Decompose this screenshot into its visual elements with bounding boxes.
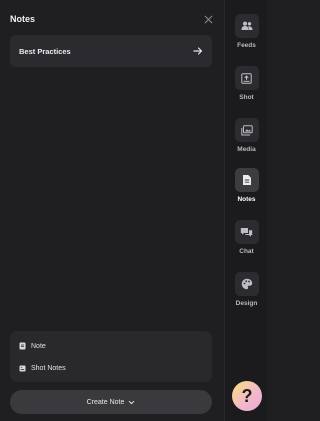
arrow-right-icon xyxy=(193,46,203,56)
menu-item-label: Shot Notes xyxy=(31,364,66,372)
sidebar-item-notes[interactable]: Notes xyxy=(225,168,268,212)
sidebar-label: Shot xyxy=(239,94,254,101)
chat-icon xyxy=(234,220,259,244)
sidebar-item-design[interactable]: Design xyxy=(225,272,268,316)
sidebar-label: Media xyxy=(237,146,256,153)
create-note-button[interactable]: Create Note xyxy=(10,390,212,414)
menu-item-note[interactable]: Note xyxy=(10,335,212,357)
note-icon xyxy=(19,342,26,350)
menu-item-label: Note xyxy=(31,342,46,350)
help-question-icon: ? xyxy=(241,385,253,406)
notes-panel: Notes Best Practices Note Shot Notes Cre… xyxy=(0,0,224,421)
media-icon xyxy=(234,118,259,142)
shot-icon xyxy=(234,66,259,90)
sidebar-item-feeds[interactable]: Feeds xyxy=(225,14,268,58)
note-title: Best Practices xyxy=(19,46,71,56)
close-icon xyxy=(204,15,212,23)
sidebar-label: Design xyxy=(235,300,258,307)
menu-item-shot-notes[interactable]: Shot Notes xyxy=(10,357,212,379)
chevron-down-icon xyxy=(129,400,135,404)
app: Notes Best Practices Note Shot Notes Cre… xyxy=(0,0,267,421)
sidebar-item-shot[interactable]: Shot xyxy=(225,66,268,110)
palette-icon xyxy=(234,272,259,296)
close-button[interactable] xyxy=(202,13,214,25)
panel-title: Notes xyxy=(10,14,36,24)
sidebar-item-chat[interactable]: Chat xyxy=(225,220,268,264)
help-button[interactable]: ? xyxy=(232,381,262,411)
sidebar-label: Notes xyxy=(237,196,256,203)
users-icon xyxy=(234,14,259,38)
notes-icon xyxy=(234,168,259,192)
create-note-label: Create Note xyxy=(86,398,125,406)
right-sidebar: Feeds Shot Media Notes Chat Design xyxy=(224,0,267,421)
panel-header: Notes xyxy=(10,14,214,28)
sidebar-label: Feeds xyxy=(237,42,256,49)
create-note-menu: Note Shot Notes xyxy=(10,331,212,382)
shot-notes-icon xyxy=(19,364,26,372)
sidebar-label: Chat xyxy=(239,248,254,255)
note-card-best-practices[interactable]: Best Practices xyxy=(10,35,212,67)
sidebar-item-media[interactable]: Media xyxy=(225,118,268,162)
